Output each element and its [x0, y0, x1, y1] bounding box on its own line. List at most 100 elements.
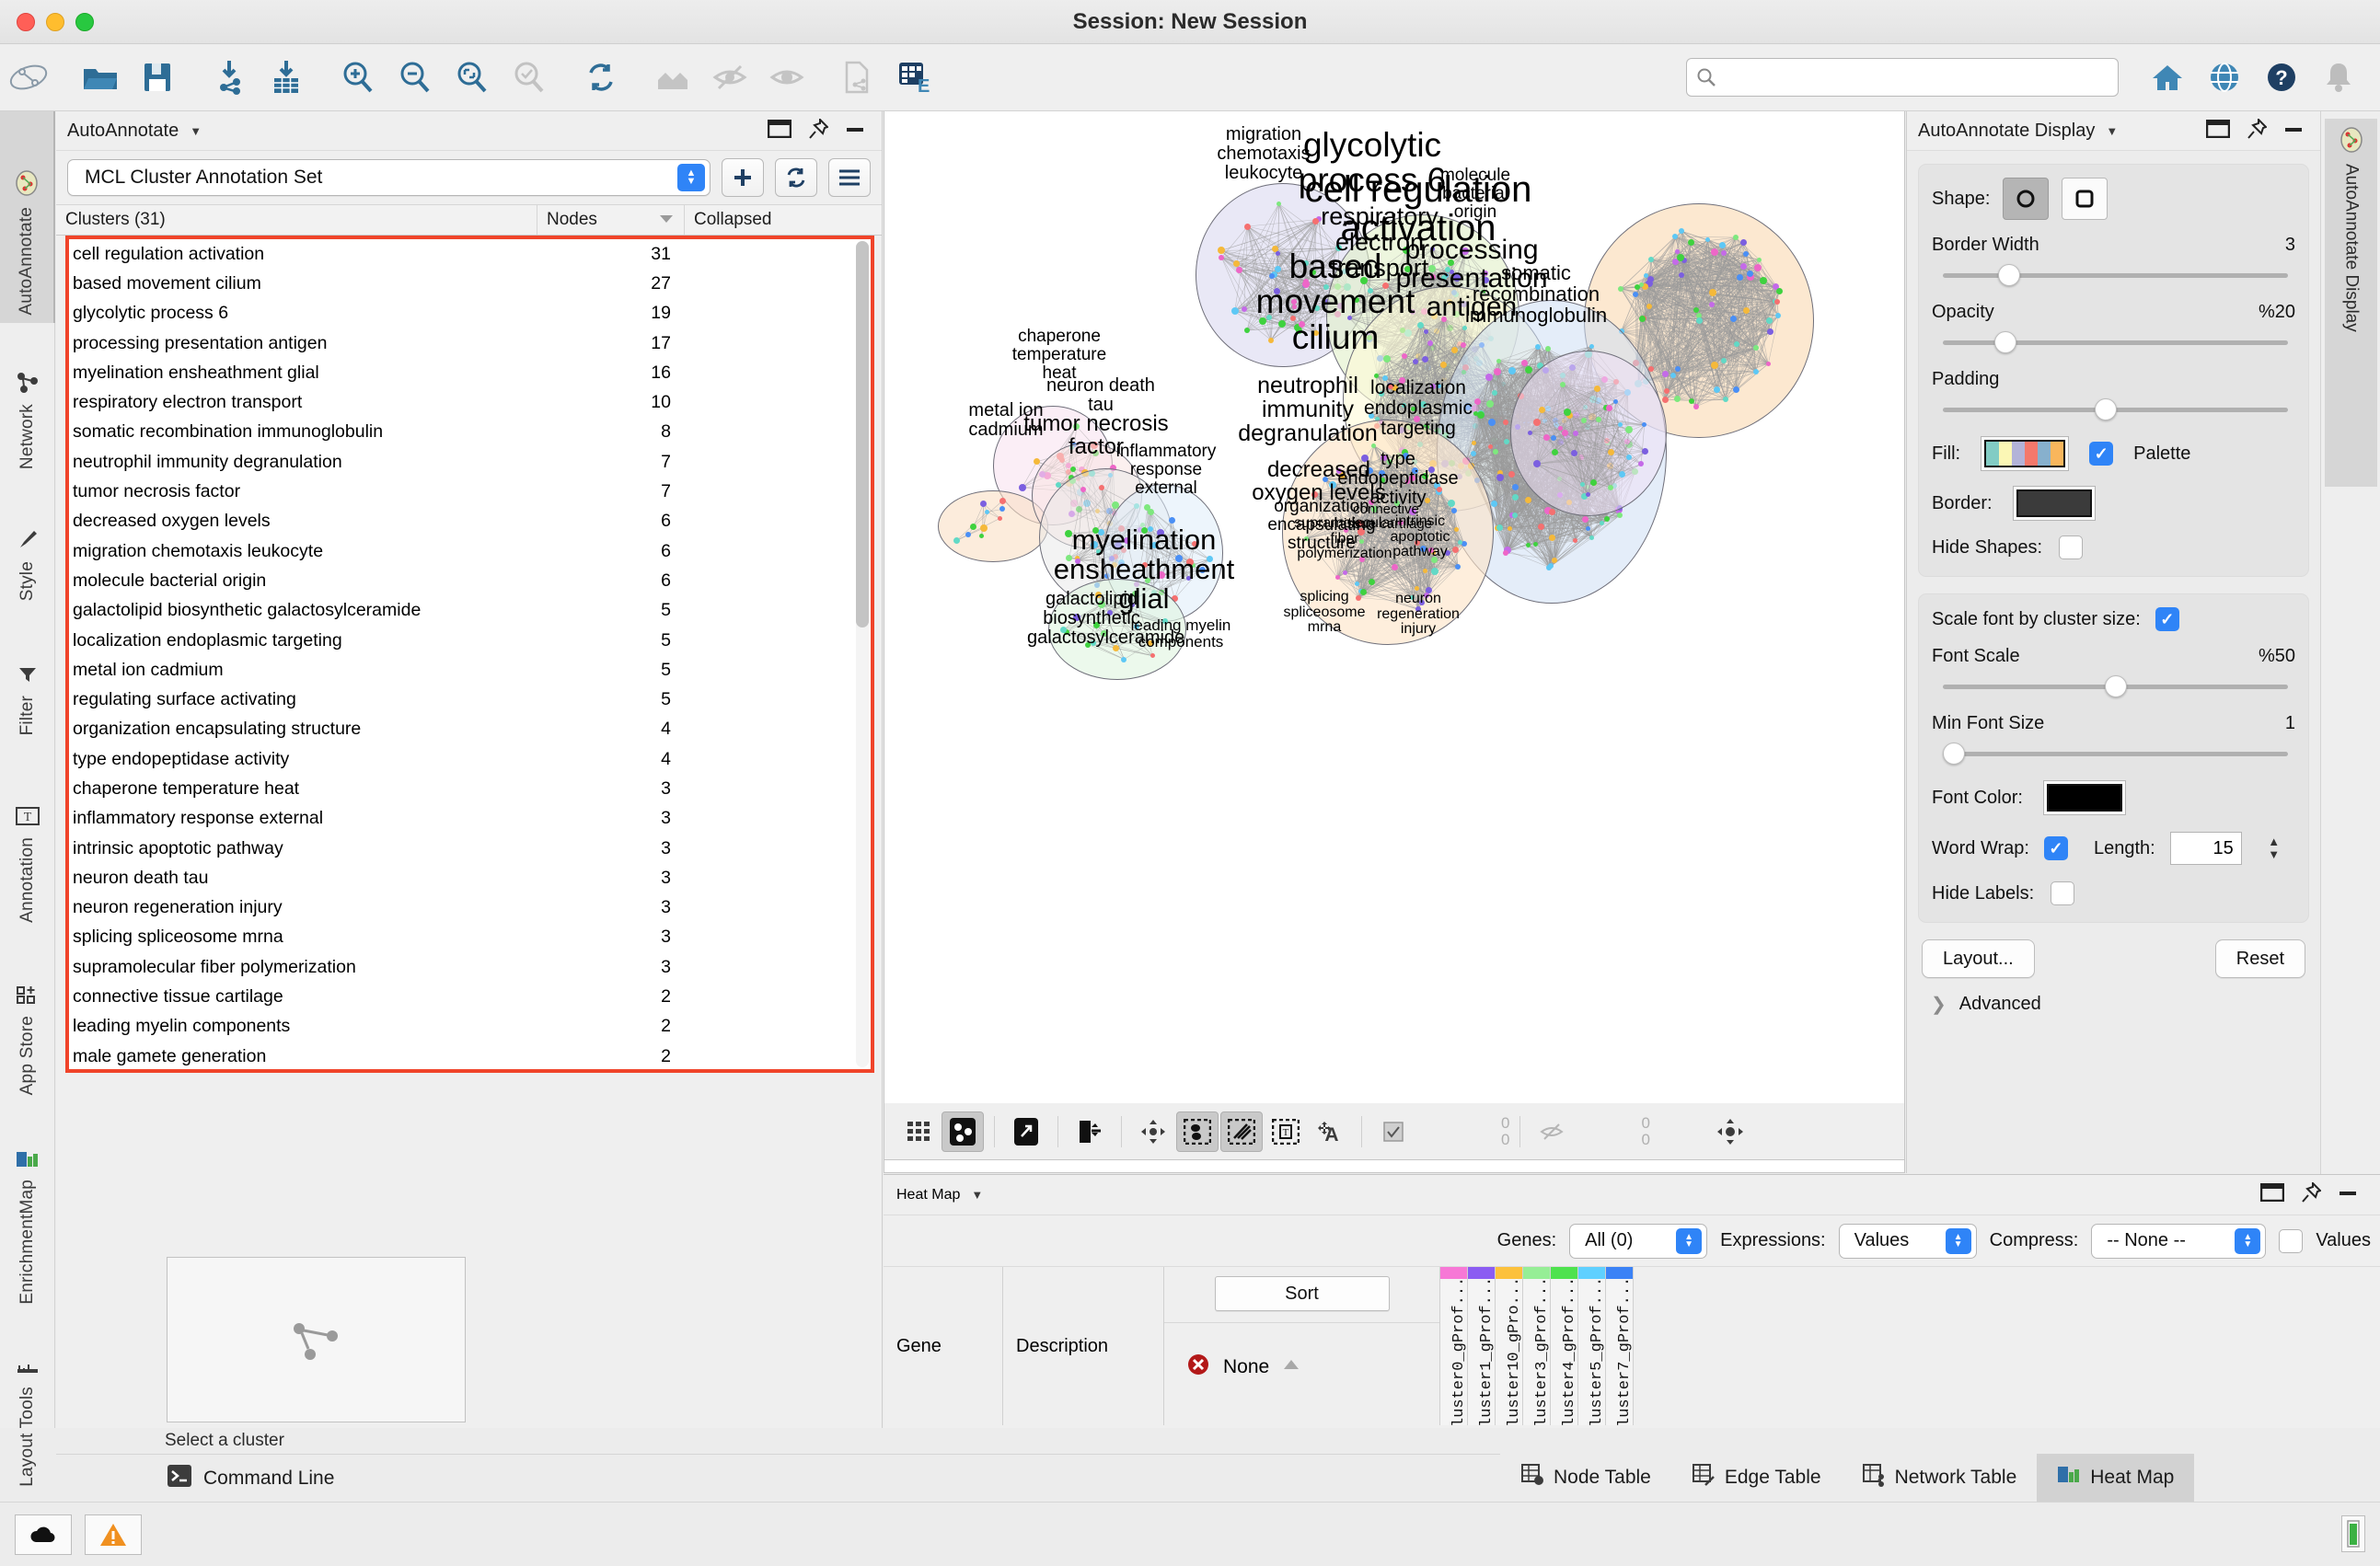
network-node[interactable]: [1186, 558, 1194, 566]
sort-asc-icon[interactable]: [1282, 1358, 1300, 1376]
web-icon[interactable]: [2196, 49, 2253, 106]
minimize-icon[interactable]: [2283, 120, 2304, 143]
show-all-icon[interactable]: [758, 49, 815, 106]
min-font-slider[interactable]: [1932, 742, 2295, 766]
network-node[interactable]: [1356, 595, 1361, 601]
chevron-down-icon[interactable]: ▼: [2106, 124, 2118, 138]
network-node[interactable]: [1359, 557, 1365, 562]
slider-knob[interactable]: [1943, 743, 1965, 765]
network-node[interactable]: [1323, 284, 1329, 290]
select-edges-icon[interactable]: [1220, 1111, 1263, 1152]
expression-column[interactable]: luster7_gProf...: [1606, 1267, 1634, 1425]
command-line-bar[interactable]: Command Line: [56, 1454, 1500, 1502]
network-node[interactable]: [1508, 367, 1516, 374]
center-view-icon[interactable]: [1709, 1111, 1751, 1152]
network-node[interactable]: [1512, 494, 1519, 501]
network-node[interactable]: [1394, 501, 1400, 506]
table-row[interactable]: chaperone temperature heat3: [69, 774, 871, 803]
search-input[interactable]: [1716, 68, 2108, 86]
network-node[interactable]: [1124, 537, 1130, 544]
network-node[interactable]: [1670, 373, 1676, 378]
network-node[interactable]: [1091, 541, 1098, 548]
network-node[interactable]: [1608, 485, 1613, 490]
table-row[interactable]: localization endoplasmic targeting5: [69, 626, 871, 655]
network-node[interactable]: [1458, 540, 1462, 545]
slider-knob[interactable]: [1998, 264, 2020, 286]
search-box[interactable]: [1686, 58, 2119, 97]
network-node[interactable]: [1538, 524, 1544, 530]
table-row[interactable]: organization encapsulating structure4: [69, 715, 871, 744]
table-row[interactable]: male gamete generation2: [69, 1042, 871, 1069]
font-color-swatch[interactable]: [2043, 780, 2126, 815]
expression-column[interactable]: luster4_gProf...: [1551, 1267, 1578, 1425]
tab-node-table[interactable]: Node Table: [1500, 1454, 1671, 1502]
layout-button[interactable]: Layout...: [1922, 939, 2035, 978]
network-node[interactable]: [1402, 403, 1406, 408]
network-node[interactable]: [1130, 603, 1135, 607]
network-node[interactable]: [1545, 346, 1551, 351]
zoom-fit-icon[interactable]: [444, 49, 501, 106]
table-row[interactable]: migration chemotaxis leukocyte6: [69, 536, 871, 566]
remove-sort-icon[interactable]: [1186, 1353, 1210, 1381]
network-node[interactable]: [1437, 384, 1441, 388]
border-width-slider[interactable]: [1932, 263, 2295, 287]
network-node[interactable]: [1311, 270, 1316, 275]
zoom-selected-icon[interactable]: [501, 49, 558, 106]
network-node[interactable]: [1552, 558, 1557, 563]
minimize-icon[interactable]: [845, 120, 865, 143]
reset-button[interactable]: Reset: [2215, 939, 2305, 978]
expression-column[interactable]: luster1_gProf...: [1468, 1267, 1496, 1425]
hamburger-menu-icon[interactable]: [828, 158, 871, 197]
cloud-icon[interactable]: [15, 1514, 72, 1555]
table-row[interactable]: neuron death tau3: [69, 863, 871, 892]
network-node[interactable]: [1148, 526, 1153, 532]
float-window-icon[interactable]: [768, 120, 791, 143]
cluster-shape[interactable]: [1282, 420, 1494, 645]
network-node[interactable]: [1311, 491, 1318, 498]
network-node[interactable]: [1582, 516, 1589, 523]
network-node[interactable]: [1448, 259, 1454, 266]
slider-knob[interactable]: [1994, 331, 2016, 353]
network-node[interactable]: [1474, 398, 1481, 405]
table-row[interactable]: myelination ensheathment glial16: [69, 358, 871, 387]
network-node[interactable]: [1451, 508, 1457, 513]
network-node[interactable]: [953, 537, 960, 544]
network-node[interactable]: [1581, 418, 1587, 423]
network-node[interactable]: [1462, 326, 1467, 330]
network-node[interactable]: [1590, 479, 1597, 486]
import-network-icon[interactable]: [201, 49, 258, 106]
zoom-in-icon[interactable]: [329, 49, 387, 106]
network-node[interactable]: [1504, 439, 1509, 444]
table-row[interactable]: galactolipid biosynthetic galactosylcera…: [69, 596, 871, 626]
network-node[interactable]: [1148, 640, 1153, 646]
network-node[interactable]: [1336, 468, 1342, 474]
palette-checkbox[interactable]: ✓: [2089, 442, 2113, 466]
open-folder-icon[interactable]: [72, 49, 129, 106]
help-icon[interactable]: ?: [2253, 49, 2310, 106]
table-row[interactable]: connective tissue cartilage2: [69, 982, 871, 1011]
expression-column[interactable]: luster0_gProf...: [1440, 1267, 1468, 1425]
network-node[interactable]: [1099, 485, 1104, 490]
table-row[interactable]: intrinsic apoptotic pathway3: [69, 834, 871, 863]
network-node[interactable]: [1618, 286, 1623, 292]
network-node[interactable]: [1662, 397, 1669, 403]
network-node[interactable]: [1734, 341, 1739, 347]
network-node[interactable]: [1357, 520, 1364, 527]
network-node[interactable]: [1496, 359, 1501, 363]
network-node[interactable]: [1402, 353, 1407, 359]
cluster-shape[interactable]: [1510, 351, 1667, 516]
network-node[interactable]: [1098, 601, 1105, 608]
pin-icon[interactable]: [2247, 119, 2267, 144]
network-node[interactable]: [1644, 273, 1648, 278]
clusters-table-body[interactable]: cell regulation activation31based moveme…: [69, 239, 871, 1069]
network-node[interactable]: [1369, 579, 1375, 585]
column-header-nodes[interactable]: Nodes: [537, 205, 684, 235]
length-input[interactable]: 15: [2170, 832, 2242, 865]
network-node[interactable]: [1413, 359, 1418, 364]
sidebar-item-autoannotate-display[interactable]: AutoAnnotate Display: [2325, 119, 2377, 487]
column-header-clusters[interactable]: Clusters (31): [56, 205, 537, 235]
fit-content-icon[interactable]: [1132, 1111, 1174, 1152]
network-node[interactable]: [1244, 328, 1250, 333]
network-node[interactable]: [1291, 299, 1297, 305]
network-node[interactable]: [1521, 360, 1528, 366]
